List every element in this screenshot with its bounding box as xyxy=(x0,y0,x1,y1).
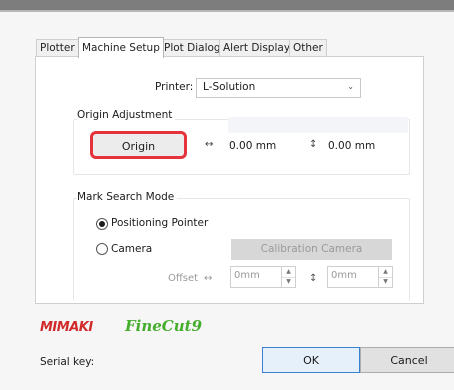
offset-vertical-arrow-icon: ↕ xyxy=(309,273,318,284)
ok-button[interactable]: OK xyxy=(262,347,360,373)
printer-select[interactable]: L-Solution ⌄ xyxy=(196,78,361,98)
mark-search-title: Mark Search Mode xyxy=(77,191,178,203)
tab-plotter[interactable]: Plotter xyxy=(36,39,79,57)
origin-hint-bar xyxy=(228,117,408,133)
offset-x-arrows: ▲ ▼ xyxy=(281,267,295,287)
printer-select-value: L-Solution xyxy=(203,81,256,93)
window-frame-top xyxy=(0,0,454,10)
offset-x-value: 0mm xyxy=(234,270,260,281)
offset-x-stepper[interactable]: 0mm ▲ ▼ xyxy=(230,266,296,288)
origin-horizontal-value: 0.00 mm xyxy=(229,140,277,152)
printer-label: Printer: xyxy=(155,81,194,93)
offset-y-arrows: ▲ ▼ xyxy=(378,267,392,287)
offset-x-down-icon[interactable]: ▼ xyxy=(282,277,295,287)
tab-other[interactable]: Other xyxy=(289,39,327,57)
cancel-button[interactable]: Cancel xyxy=(360,347,454,373)
offset-y-value: 0mm xyxy=(331,270,357,281)
mimaki-logo: MIMAKI xyxy=(40,320,93,335)
origin-button[interactable]: Origin xyxy=(90,131,187,159)
camera-radio[interactable] xyxy=(96,243,108,255)
origin-vertical-value: 0.00 mm xyxy=(328,140,376,152)
positioning-pointer-radio[interactable] xyxy=(96,218,108,230)
tab-machine-setup[interactable]: Machine Setup xyxy=(78,37,164,58)
offset-y-stepper[interactable]: 0mm ▲ ▼ xyxy=(327,266,393,288)
vertical-arrow-icon: ↕ xyxy=(309,139,318,150)
horizontal-arrow-icon: ↔ xyxy=(205,139,214,150)
serial-key-label: Serial key: xyxy=(40,356,95,368)
calibration-camera-button[interactable]: Calibration Camera xyxy=(231,239,392,260)
origin-button-label: Origin xyxy=(121,140,156,153)
origin-adjustment-title: Origin Adjustment xyxy=(77,109,176,121)
finecut-logo: FineCut9 xyxy=(125,317,203,335)
positioning-pointer-label: Positioning Pointer xyxy=(111,217,209,229)
offset-horizontal-arrow-icon: ↔ xyxy=(204,273,213,284)
tab-alert-display[interactable]: Alert Display xyxy=(219,39,295,57)
chevron-down-icon: ⌄ xyxy=(347,82,354,91)
offset-label: Offset xyxy=(168,273,199,284)
camera-label: Camera xyxy=(111,243,153,255)
tab-plot-dialog[interactable]: Plot Dialog xyxy=(160,39,225,57)
offset-y-down-icon[interactable]: ▼ xyxy=(379,277,392,287)
